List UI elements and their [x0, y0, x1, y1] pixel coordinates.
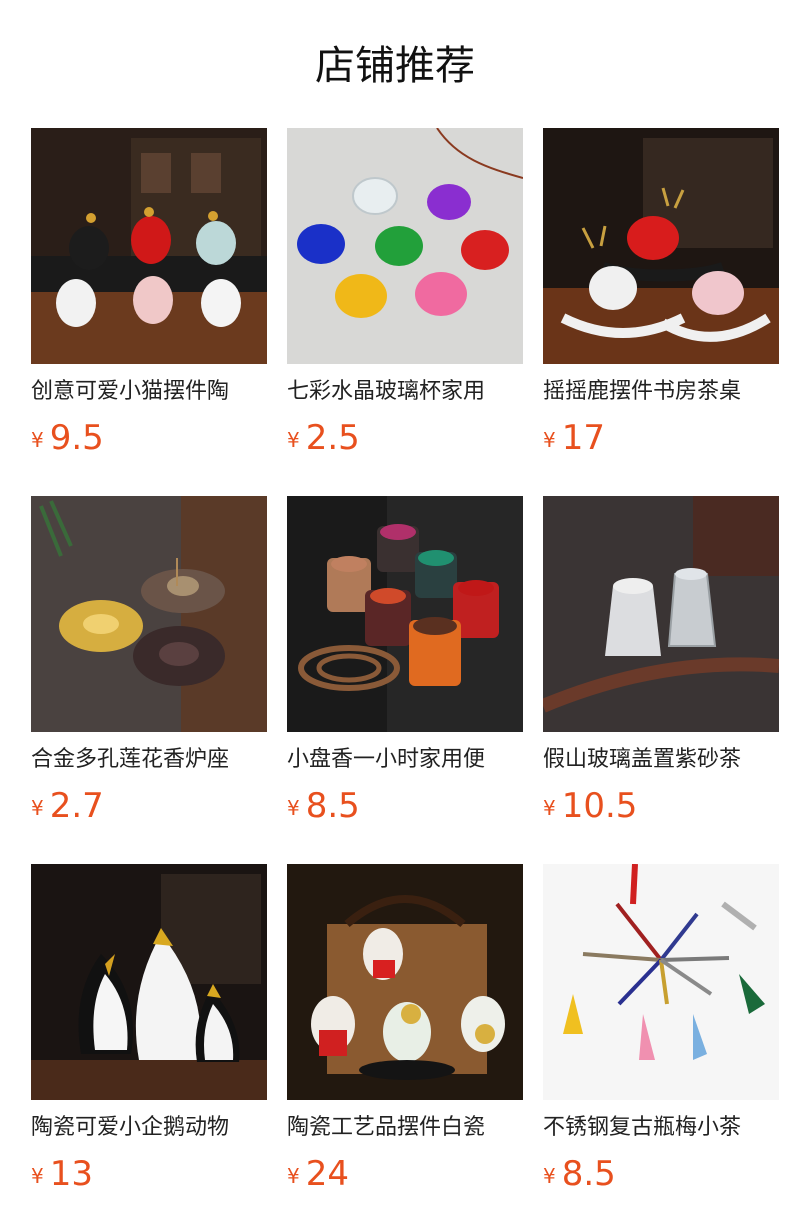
- product-price: ¥9.5: [31, 416, 104, 460]
- product-price: ¥2.5: [287, 416, 360, 460]
- product-card[interactable]: 创意可爱小猫摆件陶 ¥9.5: [31, 128, 267, 468]
- product-image[interactable]: [31, 496, 267, 732]
- rocking-deer-image: [543, 128, 779, 364]
- product-price: ¥8.5: [543, 1152, 616, 1196]
- coil-incense-image: [287, 496, 523, 732]
- product-price: ¥2.7: [31, 784, 104, 828]
- product-name[interactable]: 不锈钢复古瓶梅小茶: [543, 1112, 779, 1144]
- product-card[interactable]: 小盘香一小时家用便 ¥8.5: [287, 496, 523, 836]
- price-amount: 24: [305, 1154, 349, 1194]
- lucky-cat-figurines-image: [287, 864, 523, 1100]
- product-card[interactable]: 七彩水晶玻璃杯家用 ¥2.5: [287, 128, 523, 468]
- product-image[interactable]: [543, 128, 779, 364]
- product-image[interactable]: [543, 496, 779, 732]
- lotus-incense-burner-image: [31, 496, 267, 732]
- product-price: ¥8.5: [287, 784, 360, 828]
- glass-lid-holder-image: [543, 496, 779, 732]
- price-amount: 8.5: [561, 1154, 616, 1194]
- product-price: ¥24: [287, 1152, 349, 1196]
- product-card[interactable]: 陶瓷可爱小企鹅动物 ¥13: [31, 864, 267, 1204]
- price-amount: 2.5: [305, 418, 360, 458]
- product-image[interactable]: [287, 496, 523, 732]
- crystal-cups-image: [287, 128, 523, 364]
- product-name[interactable]: 摇摇鹿摆件书房茶桌: [543, 376, 779, 408]
- currency-symbol: ¥: [543, 428, 556, 452]
- currency-symbol: ¥: [31, 428, 44, 452]
- product-image[interactable]: [543, 864, 779, 1100]
- product-name[interactable]: 七彩水晶玻璃杯家用: [287, 376, 523, 408]
- currency-symbol: ¥: [287, 428, 300, 452]
- price-amount: 10.5: [561, 786, 638, 826]
- product-image[interactable]: [287, 128, 523, 364]
- product-card[interactable]: 不锈钢复古瓶梅小茶 ¥8.5: [543, 864, 779, 1204]
- page-title: 店铺推荐: [315, 43, 475, 89]
- currency-symbol: ¥: [543, 796, 556, 820]
- price-amount: 2.7: [49, 786, 104, 826]
- product-name[interactable]: 创意可爱小猫摆件陶: [31, 376, 267, 408]
- product-image[interactable]: [31, 128, 267, 364]
- product-name[interactable]: 小盘香一小时家用便: [287, 744, 523, 776]
- vintage-scissors-image: [543, 864, 779, 1100]
- price-amount: 9.5: [49, 418, 104, 458]
- product-price: ¥17: [543, 416, 605, 460]
- product-card[interactable]: 摇摇鹿摆件书房茶桌 ¥17: [543, 128, 779, 468]
- price-amount: 8.5: [305, 786, 360, 826]
- currency-symbol: ¥: [31, 1164, 44, 1188]
- product-card[interactable]: 合金多孔莲花香炉座 ¥2.7: [31, 496, 267, 836]
- product-card[interactable]: 假山玻璃盖置紫砂茶 ¥10.5: [543, 496, 779, 836]
- currency-symbol: ¥: [287, 796, 300, 820]
- price-amount: 13: [49, 1154, 93, 1194]
- currency-symbol: ¥: [31, 796, 44, 820]
- product-price: ¥10.5: [543, 784, 637, 828]
- cat-figurines-image: [31, 128, 267, 364]
- product-name[interactable]: 陶瓷可爱小企鹅动物: [31, 1112, 267, 1144]
- product-image[interactable]: [31, 864, 267, 1100]
- price-amount: 17: [561, 418, 605, 458]
- currency-symbol: ¥: [543, 1164, 556, 1188]
- product-image[interactable]: [287, 864, 523, 1100]
- product-name[interactable]: 陶瓷工艺品摆件白瓷: [287, 1112, 523, 1144]
- product-name[interactable]: 合金多孔莲花香炉座: [31, 744, 267, 776]
- penguin-figurines-image: [31, 864, 267, 1100]
- product-card[interactable]: 陶瓷工艺品摆件白瓷 ¥24: [287, 864, 523, 1204]
- currency-symbol: ¥: [287, 1164, 300, 1188]
- product-price: ¥13: [31, 1152, 93, 1196]
- product-name[interactable]: 假山玻璃盖置紫砂茶: [543, 744, 779, 776]
